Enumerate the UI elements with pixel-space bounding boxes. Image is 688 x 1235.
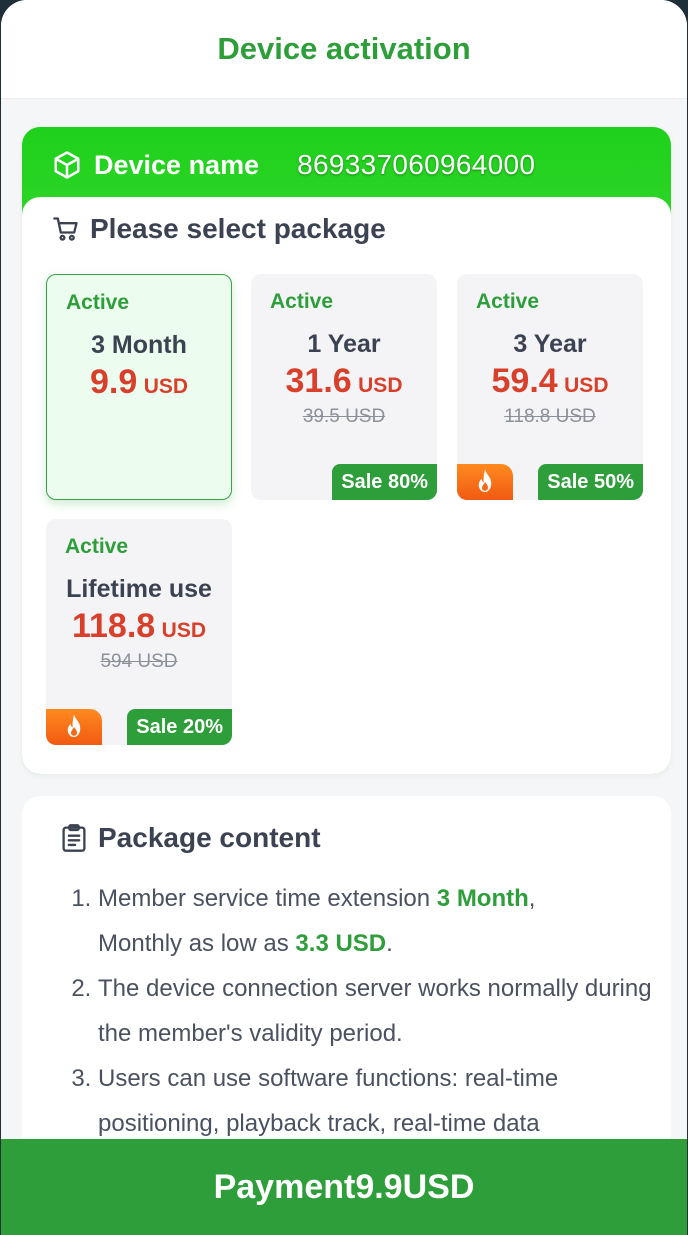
package-original-price: 594 USD [100, 651, 178, 672]
cube-icon [52, 150, 82, 180]
package-content-list: Member service time extension 3 Month, Mo… [66, 876, 678, 1146]
cart-icon [52, 215, 80, 243]
highlight-duration: 3 Month [436, 885, 529, 912]
page-title: Device activation [217, 31, 471, 66]
device-id: 869337060964000 [297, 149, 536, 180]
package-name: 3 Month [91, 331, 187, 359]
package-price: 9.9 USD [47, 363, 231, 402]
package-price-amount: 118.8 [71, 607, 156, 645]
payment-button[interactable]: Payment 9.9 USD [1, 1139, 687, 1235]
package-price: 59.4 USD [457, 362, 643, 401]
package-card-1-year[interactable]: Active 1 Year 31.6 USD 39.5 USD Sale 80% [251, 274, 437, 500]
package-name: 1 Year [307, 330, 381, 358]
device-card: Device name 869337060964000 Please selec… [22, 127, 671, 774]
package-price-amount: 31.6 [285, 362, 352, 400]
package-price-currency: USD [564, 374, 609, 397]
package-price-currency: USD [161, 619, 206, 642]
highlight-monthly-price: 3.3 USD [295, 930, 387, 957]
package-name: 3 Year [513, 330, 587, 358]
package-content-title: Package content [98, 822, 321, 853]
package-status: Active [65, 535, 129, 558]
activation-sheet: Device activation Device name 8693370609… [1, 0, 687, 1235]
package-card-3-year[interactable]: Active 3 Year 59.4 USD 118.8 USD Sale 50… [457, 274, 643, 500]
package-select-panel: Please select package Active 3 Month 9.9… [22, 197, 671, 774]
sale-badge: Sale 80% [332, 464, 437, 500]
payment-amount: 9.9 [355, 1167, 403, 1206]
package-original-price: 39.5 USD [302, 406, 386, 427]
package-name: Lifetime use [66, 575, 212, 603]
package-price-currency: USD [143, 375, 189, 398]
fire-icon [457, 464, 513, 500]
payment-currency: USD [402, 1167, 475, 1206]
list-item: The device connection server works norma… [98, 966, 678, 1056]
package-status: Active [270, 290, 334, 313]
package-status: Active [476, 290, 540, 313]
fire-icon [46, 709, 102, 745]
content-text: . [386, 930, 393, 957]
package-content-header: Package content [60, 822, 321, 854]
package-price-amount: 59.4 [491, 362, 558, 400]
header-bar: Device activation [1, 0, 687, 99]
package-price-currency: USD [358, 374, 403, 397]
list-item: Member service time extension 3 Month, Mo… [98, 876, 678, 966]
sale-badge: Sale 20% [127, 709, 232, 745]
package-original-price: 118.8 USD [504, 406, 596, 427]
sale-badge: Sale 50% [538, 464, 643, 500]
package-price: 31.6 USD [251, 362, 437, 401]
package-status: Active [66, 291, 130, 314]
package-price: 118.8 USD [46, 607, 232, 646]
device-row: Device name 869337060964000 [52, 147, 535, 183]
device-name-label: Device name [94, 149, 260, 180]
package-price-amount: 9.9 [89, 363, 138, 401]
package-select-title: Please select package [90, 213, 386, 244]
content-text: Monthly as low as [98, 930, 296, 957]
payment-label: Payment [213, 1167, 356, 1206]
clipboard-icon [60, 823, 88, 853]
package-card-3-month[interactable]: Active 3 Month 9.9 USD [46, 274, 232, 500]
content-text: , [528, 885, 536, 912]
content-text: Member service time extension [98, 885, 437, 912]
package-select-header: Please select package [52, 213, 386, 245]
list-item: Users can use software functions: real-t… [98, 1056, 678, 1146]
package-card-lifetime[interactable]: Active Lifetime use 118.8 USD 594 USD Sa… [46, 519, 232, 745]
